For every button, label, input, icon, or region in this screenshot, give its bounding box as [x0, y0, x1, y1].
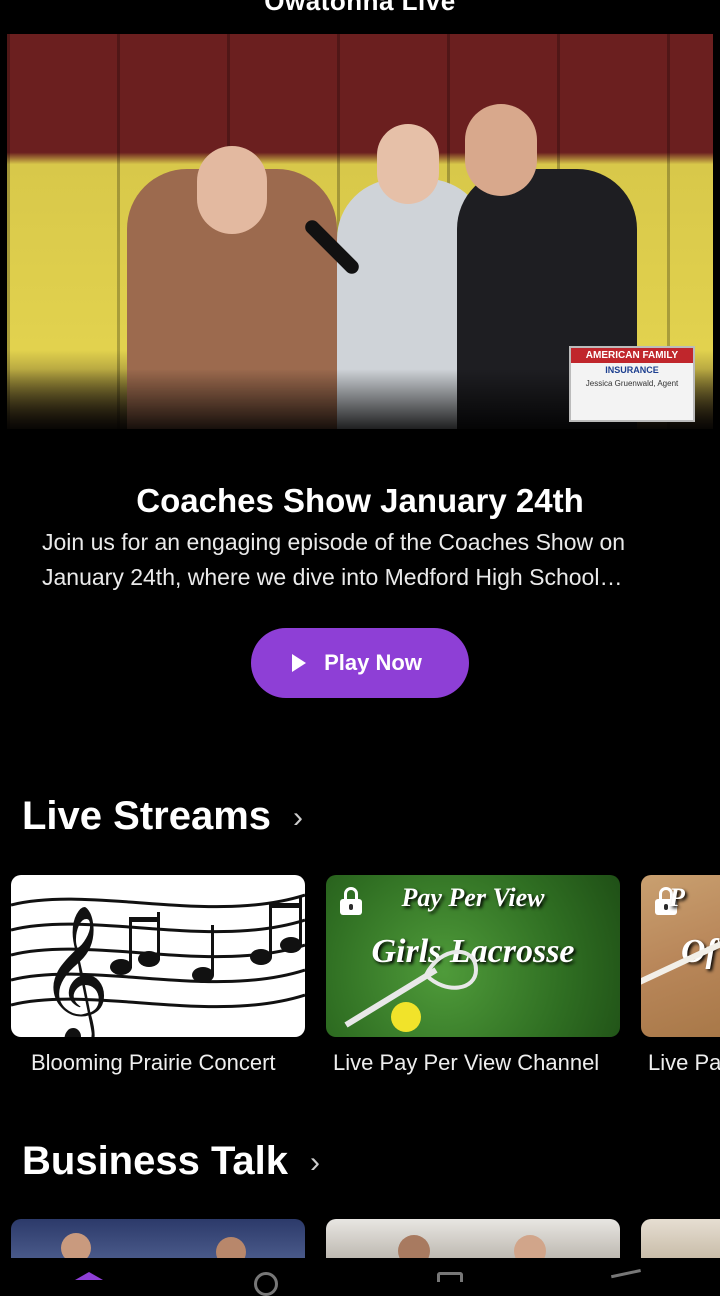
business-card-1[interactable] [11, 1219, 305, 1259]
search-icon[interactable] [254, 1272, 284, 1296]
lacrosse-stick-icon [344, 949, 479, 1032]
play-icon [292, 654, 307, 672]
card-title: Live Pay Per View [648, 1050, 720, 1075]
library-icon[interactable] [437, 1272, 467, 1282]
business-card-3[interactable] [641, 1219, 720, 1259]
ppv-line1: P [669, 883, 685, 912]
app-title: Owatonna Live [264, 0, 456, 16]
person-right-head [465, 104, 537, 196]
music-staff-icon: 𝄞 [11, 893, 305, 1037]
card-title: Blooming Prairie Concert [31, 1050, 276, 1075]
business-card-2[interactable] [326, 1219, 620, 1259]
play-now-button[interactable]: Play Now [251, 628, 469, 698]
card-title: Live Pay Per View Channel [333, 1050, 600, 1075]
section-title: Business Talk [22, 1139, 289, 1183]
feature-title: Coaches Show January 24th [136, 482, 584, 519]
chevron-right-icon: › [310, 1145, 321, 1179]
person-left-head [197, 146, 267, 234]
stream-card-concert[interactable]: 𝄞 [11, 875, 305, 1037]
person-head [216, 1237, 246, 1259]
stream-card-ppv-lacrosse[interactable]: Pay Per View Girls Lacrosse [326, 875, 620, 1037]
play-now-label: Play Now [324, 650, 422, 675]
home-icon[interactable] [75, 1272, 105, 1282]
stream-card-ppv-partial[interactable]: P Of [641, 875, 720, 1037]
person-head [398, 1235, 430, 1259]
hero-video-thumbnail[interactable]: AMERICAN FAMILY INSURANCE Jessica Gruenw… [7, 34, 713, 429]
svg-text:𝄞: 𝄞 [39, 905, 110, 1037]
person-middle-head [377, 124, 439, 204]
live-streams-header[interactable]: Live Streams › [22, 794, 303, 839]
person-head [61, 1233, 91, 1259]
channels-icon[interactable] [610, 1269, 644, 1288]
sponsor-ad: AMERICAN FAMILY INSURANCE Jessica Gruenw… [569, 346, 695, 422]
business-talk-header[interactable]: Business Talk › [22, 1139, 320, 1184]
section-title: Live Streams [22, 794, 272, 838]
feature-description: Join us for an engaging episode of the C… [42, 529, 626, 590]
person-head [514, 1235, 546, 1259]
chevron-right-icon: › [293, 800, 304, 834]
bottom-navigation [0, 1258, 720, 1296]
